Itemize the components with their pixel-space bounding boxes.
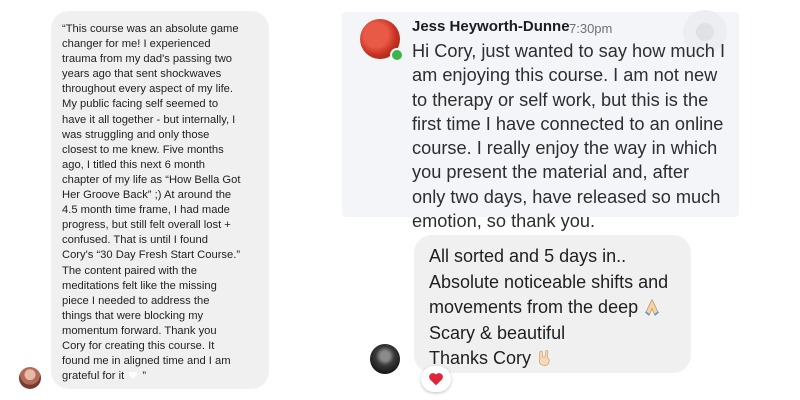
testimonial-line: meditations felt like the missing	[62, 279, 217, 292]
testimonial-line: years ago that sent shockwaves	[62, 68, 222, 81]
testimonial-last-prefix: grateful for it	[62, 370, 128, 383]
message-reaction[interactable]	[421, 366, 451, 392]
reply-line-with-icon: movements from the deep	[429, 295, 691, 321]
folded-hands-icon	[645, 298, 660, 316]
testimonial-bubble: “This course was an absolute game change…	[51, 11, 269, 389]
testimonial-avatar	[19, 367, 41, 389]
jess-line: only two days, have released so much	[412, 186, 721, 207]
reply-text: All sorted and 5 days in.. Absolute noti…	[429, 244, 691, 372]
testimonial-line: confused. That is until I found	[62, 234, 208, 247]
testimonial-line: Cory for creating this course. It	[62, 339, 215, 352]
jess-line: course. I really enjoy the way in which	[412, 138, 718, 159]
testimonial-line: “This course was an absolute game	[62, 23, 239, 35]
jess-line: Hi Cory, just wanted to say how much I	[412, 41, 726, 61]
jess-message-text: Hi Cory, just wanted to say how much I a…	[412, 39, 737, 233]
testimonial-line: 4.5 month time frame, I had made	[62, 204, 230, 217]
testimonial-last-line: grateful for it ”	[62, 369, 259, 384]
testimonial-line: Her Groove Back” ;) At around the	[62, 189, 232, 202]
jess-line: first time I have connected to an online	[412, 113, 724, 134]
reply-line: movements from the deep	[429, 297, 639, 317]
white-heart-icon	[128, 371, 139, 381]
reply-avatar[interactable]	[370, 344, 400, 374]
testimonial-last-suffix: ”	[139, 370, 147, 383]
testimonial-line: piece I needed to address the	[62, 294, 210, 307]
testimonial-line: trauma from my dad's passing two	[62, 53, 233, 66]
testimonial-line: changer for me! I experienced	[62, 38, 211, 51]
red-heart-icon	[429, 373, 443, 386]
testimonial-line: throughout every aspect of my life.	[62, 83, 234, 96]
reply-bubble: All sorted and 5 days in.. Absolute noti…	[414, 235, 691, 373]
message-timestamp: 7:30pm	[569, 21, 613, 36]
testimonial-line: have it all together - but internally, I	[62, 113, 236, 126]
jess-line: to therapy or self work, but this is the	[412, 89, 709, 110]
testimonial-line: was struggling and only those	[62, 128, 210, 141]
testimonial-line: progress, but still felt overall lost +	[62, 219, 231, 232]
reply-line: Scary & beautiful	[429, 322, 566, 343]
testimonial-line: things that were blocking my	[62, 309, 204, 322]
reply-line: Thanks Cory	[429, 348, 532, 368]
online-status-dot	[390, 48, 404, 62]
jess-line: am enjoying this course. I am not new	[412, 65, 718, 86]
testimonial-line: ago, I titled this next 6 month	[62, 158, 206, 171]
reply-line: All sorted and 5 days in..	[429, 246, 627, 266]
testimonial-text: “This course was an absolute game change…	[62, 22, 259, 384]
testimonial-line: The content paired with the	[62, 264, 197, 277]
testimonial-line: found me in aligned time and I am	[62, 355, 231, 368]
reply-line-with-icon: Thanks Cory	[429, 346, 691, 372]
testimonial-line: closest to me knew. Five months	[62, 143, 224, 156]
jess-line: you present the material and, after	[412, 162, 690, 183]
testimonial-line: My public facing self seemed to	[62, 98, 219, 111]
sender-name[interactable]: Jess Heyworth-Dunne	[412, 18, 570, 35]
jess-line: emotion, so thank you.	[412, 211, 595, 232]
testimonial-line: chapter of my life as “How Bella Got	[62, 173, 241, 186]
testimonial-line: Cory's “30 Day Fresh Start Course.”	[62, 249, 241, 262]
rock-on-hand-icon	[538, 349, 550, 366]
reply-line: Absolute noticeable shifts and	[429, 271, 669, 292]
testimonial-line: momentum forward. Thank you	[62, 324, 217, 337]
